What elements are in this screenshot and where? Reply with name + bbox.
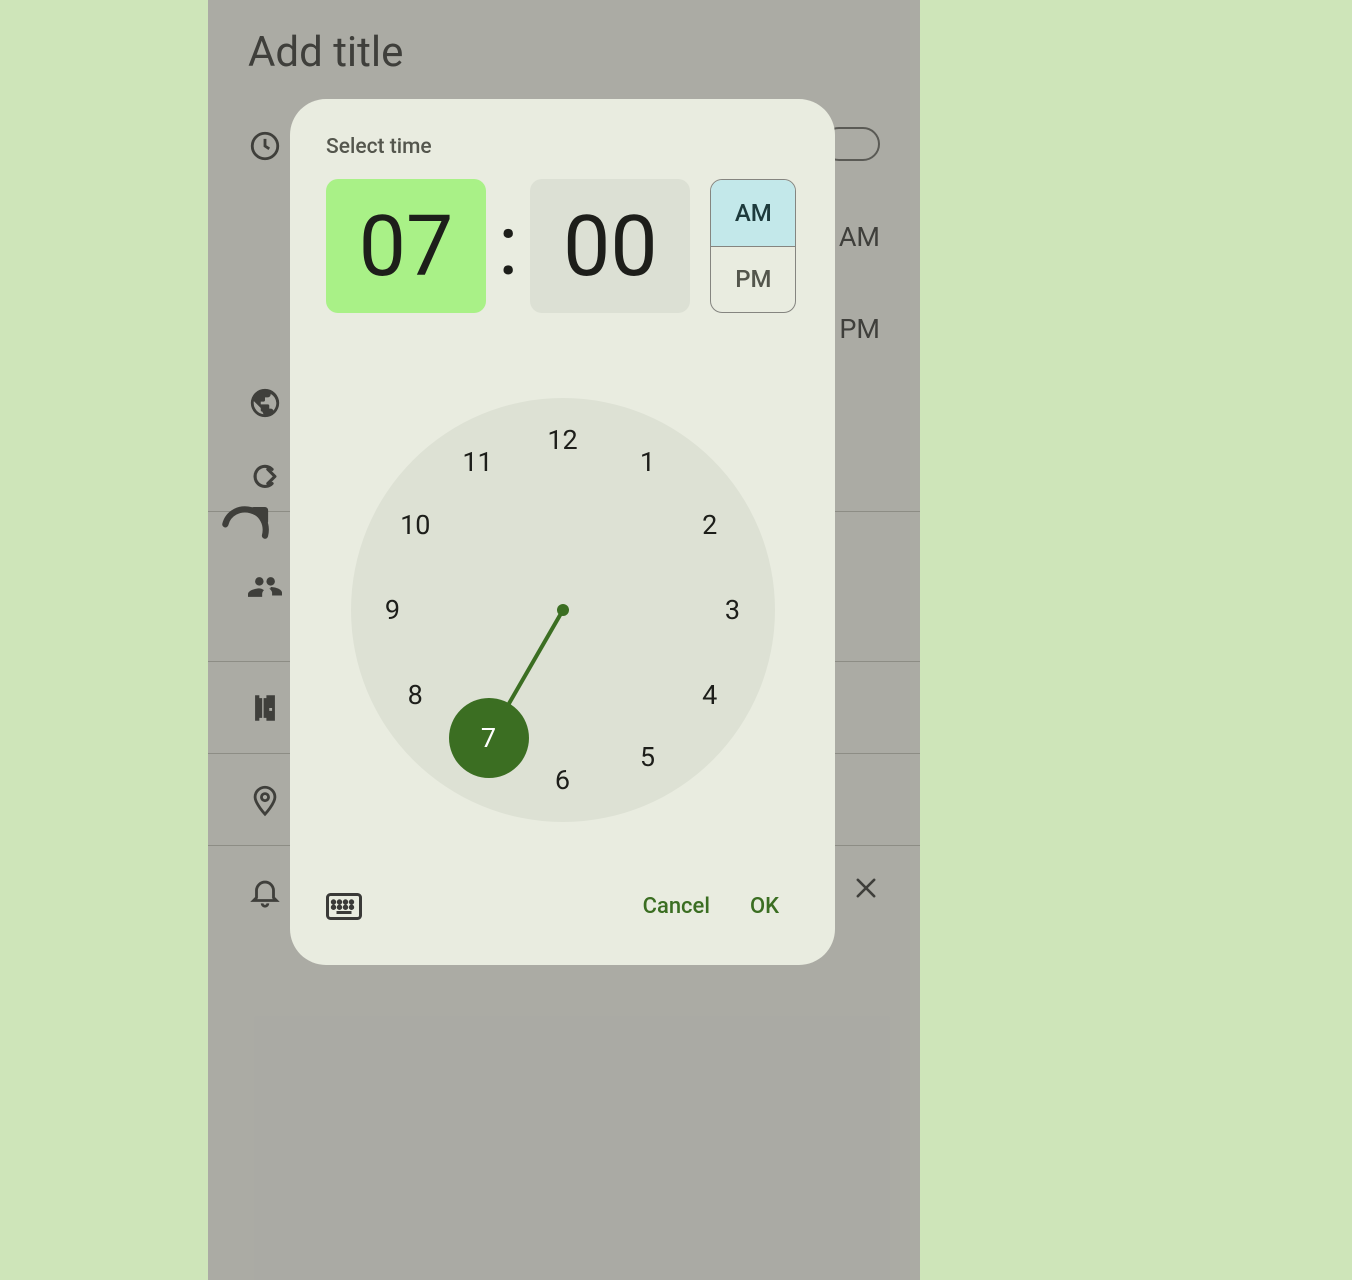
clock-hour-5[interactable]: 5	[624, 733, 672, 781]
dialog-title: Select time	[326, 135, 799, 159]
clock-face[interactable]: 12 12 3 456 8 9 10 11 7	[351, 398, 775, 822]
keyboard-toggle-button[interactable]	[326, 893, 362, 921]
clock-selected-thumb[interactable]: 7	[449, 698, 529, 778]
clock-hour-11[interactable]: 11	[454, 438, 502, 486]
minute-field[interactable]: 00	[530, 179, 690, 313]
clock-hour-10[interactable]: 10	[391, 501, 439, 549]
time-display: 07 : 00 AM PM	[326, 179, 799, 313]
am-button[interactable]: AM	[711, 180, 795, 246]
cancel-button[interactable]: Cancel	[623, 884, 730, 929]
clock-hour-1[interactable]: 1	[624, 438, 672, 486]
pm-button[interactable]: PM	[711, 246, 795, 313]
clock-hour-2[interactable]: 2	[686, 501, 734, 549]
time-picker-dialog: Select time 07 : 00 AM PM 12 12 3 456 8 9 10 11…	[290, 99, 835, 965]
clock-hour-6[interactable]: 6	[539, 756, 587, 804]
ampm-selector: AM PM	[710, 179, 796, 313]
clock-hour-8[interactable]: 8	[391, 671, 439, 719]
clock-hour-9[interactable]: 9	[369, 586, 417, 634]
clock-hour-4[interactable]: 4	[686, 671, 734, 719]
hour-field[interactable]: 07	[326, 179, 486, 313]
ok-button[interactable]: OK	[730, 884, 799, 929]
clock-hour-3[interactable]: 3	[709, 586, 757, 634]
event-editor-background: Add title placeholder AM PM	[208, 0, 920, 1280]
time-colon: :	[494, 204, 522, 288]
clock-hour-12[interactable]: 12	[539, 416, 587, 464]
